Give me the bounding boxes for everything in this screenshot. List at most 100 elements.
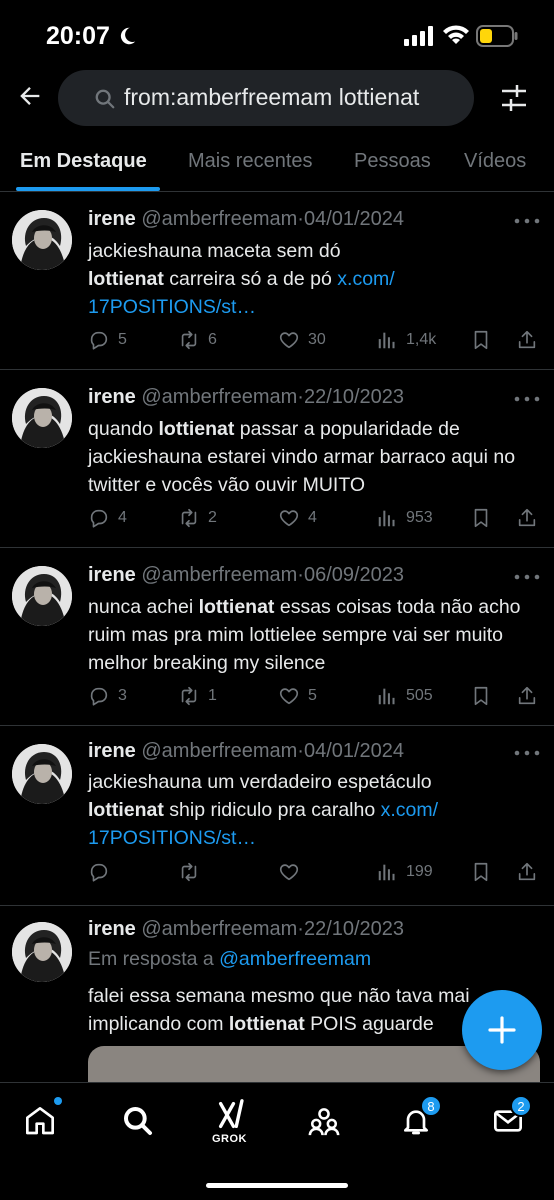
repost-button[interactable]: 1 <box>178 683 217 709</box>
author-name[interactable]: irene <box>88 740 136 762</box>
tweet-date[interactable]: 06/09/2023 <box>304 564 404 586</box>
reply-context: Em resposta a @amberfreemam <box>88 948 372 970</box>
messages-badge: 2 <box>510 1095 532 1117</box>
bookmark-button[interactable] <box>470 505 492 531</box>
author-name[interactable]: irene <box>88 386 136 408</box>
views-icon <box>376 329 398 351</box>
share-button[interactable] <box>516 505 538 531</box>
author-handle[interactable]: @amberfreemam <box>141 564 297 586</box>
arrow-left-icon <box>20 87 40 105</box>
author-handle[interactable]: @amberfreemam <box>141 740 297 762</box>
tweet-text: quando lottienat passar a popularidade d… <box>88 418 516 496</box>
nav-grok[interactable] <box>212 1095 252 1135</box>
view-count: 199 <box>406 863 433 880</box>
search-tabs: Em Destaque Mais recentes Pessoas Vídeos <box>0 130 554 192</box>
avatar[interactable] <box>12 210 72 270</box>
reply-button[interactable]: 4 <box>88 505 127 531</box>
search-header: from:amberfreemam lottienat <box>0 68 554 128</box>
more-options-icon[interactable] <box>512 392 542 406</box>
battery-icon <box>476 25 518 47</box>
tweet-header: irene @amberfreemam·22/10/2023 <box>88 918 404 941</box>
more-options-icon[interactable] <box>512 570 542 584</box>
tweet-link-cont[interactable]: 17POSITIONS/st… <box>88 296 256 318</box>
reply-to-handle[interactable]: @amberfreemam <box>219 948 371 970</box>
reply-count: 3 <box>118 687 127 704</box>
like-button[interactable]: 4 <box>278 505 317 531</box>
back-button[interactable] <box>12 78 48 114</box>
tweet-link[interactable]: x.com/ <box>337 268 394 290</box>
tweet[interactable]: irene @amberfreemam·04/01/2024 jackiesha… <box>0 726 554 906</box>
repost-button[interactable]: 6 <box>178 327 217 353</box>
more-options-icon[interactable] <box>512 214 542 228</box>
avatar[interactable] <box>12 922 72 982</box>
avatar[interactable] <box>12 566 72 626</box>
views-button[interactable]: 505 <box>376 683 433 709</box>
author-name[interactable]: irene <box>88 208 136 230</box>
view-count: 953 <box>406 509 433 526</box>
views-button[interactable]: 953 <box>376 505 433 531</box>
like-button[interactable]: 5 <box>278 683 317 709</box>
bookmark-button[interactable] <box>470 327 492 353</box>
author-name[interactable]: irene <box>88 918 136 940</box>
people-icon <box>308 1108 340 1136</box>
reply-count: 4 <box>118 509 127 526</box>
reply-button[interactable]: 3 <box>88 683 127 709</box>
repost-button[interactable]: 2 <box>178 505 217 531</box>
search-input[interactable]: from:amberfreemam lottienat <box>58 70 474 126</box>
like-button[interactable] <box>278 859 308 885</box>
tab-em-destaque[interactable]: Em Destaque <box>20 150 147 173</box>
status-time: 20:07 <box>46 22 110 50</box>
bookmark-button[interactable] <box>470 683 492 709</box>
share-button[interactable] <box>516 859 538 885</box>
more-options-icon[interactable] <box>512 746 542 760</box>
avatar[interactable] <box>12 388 72 448</box>
tweet[interactable]: irene @amberfreemam·06/09/2023 nunca ach… <box>0 548 554 726</box>
tweet-date[interactable]: 04/01/2024 <box>304 740 404 762</box>
tweet-date[interactable]: 22/10/2023 <box>304 918 404 940</box>
author-handle[interactable]: @amberfreemam <box>141 386 297 408</box>
author-name[interactable]: irene <box>88 564 136 586</box>
separator: · <box>297 208 304 230</box>
avatar[interactable] <box>12 744 72 804</box>
tab-mais-recentes[interactable]: Mais recentes <box>188 150 313 173</box>
tab-pessoas[interactable]: Pessoas <box>354 150 431 173</box>
tweet-date[interactable]: 22/10/2023 <box>304 386 404 408</box>
views-button[interactable]: 199 <box>376 859 433 885</box>
tweet-header: irene @amberfreemam·04/01/2024 <box>88 208 404 231</box>
tweet[interactable]: irene @amberfreemam·22/10/2023 quando lo… <box>0 370 554 548</box>
tweet-link[interactable]: x.com/ <box>381 799 438 821</box>
highlight-term: lottienat <box>88 268 164 290</box>
share-button[interactable] <box>516 683 538 709</box>
compose-button[interactable] <box>462 990 542 1070</box>
separator: · <box>297 386 304 408</box>
reply-icon <box>88 507 110 529</box>
nav-communities[interactable] <box>304 1101 344 1141</box>
share-button[interactable] <box>516 327 538 353</box>
repost-button[interactable] <box>178 859 208 885</box>
tweet[interactable]: irene @amberfreemam·04/01/2024 jackiesha… <box>0 192 554 370</box>
search-filter-button[interactable] <box>496 80 532 116</box>
views-button[interactable]: 1,4k <box>376 327 436 353</box>
reply-icon <box>88 329 110 351</box>
tab-videos[interactable]: Vídeos <box>464 150 526 173</box>
author-handle[interactable]: @amberfreemam <box>141 918 297 940</box>
share-icon <box>516 861 538 883</box>
reply-button[interactable] <box>88 859 118 885</box>
author-handle[interactable]: @amberfreemam <box>141 208 297 230</box>
bookmark-icon <box>470 507 492 529</box>
bookmark-button[interactable] <box>470 859 492 885</box>
tweet-header: irene @amberfreemam·22/10/2023 <box>88 386 404 409</box>
repost-icon <box>178 507 200 529</box>
like-button[interactable]: 30 <box>278 327 326 353</box>
tweet-link-cont[interactable]: 17POSITIONS/st… <box>88 827 256 849</box>
repost-count: 1 <box>208 687 217 704</box>
nav-explore[interactable] <box>118 1101 158 1141</box>
bottom-nav: GROK 8 2 <box>0 1082 554 1200</box>
reply-button[interactable]: 5 <box>88 327 127 353</box>
heart-icon <box>278 507 300 529</box>
notifications-badge: 8 <box>420 1095 442 1117</box>
home-unread-dot <box>54 1097 62 1105</box>
nav-home[interactable] <box>20 1101 60 1141</box>
tweet-date[interactable]: 04/01/2024 <box>304 208 404 230</box>
like-count: 30 <box>308 331 326 348</box>
